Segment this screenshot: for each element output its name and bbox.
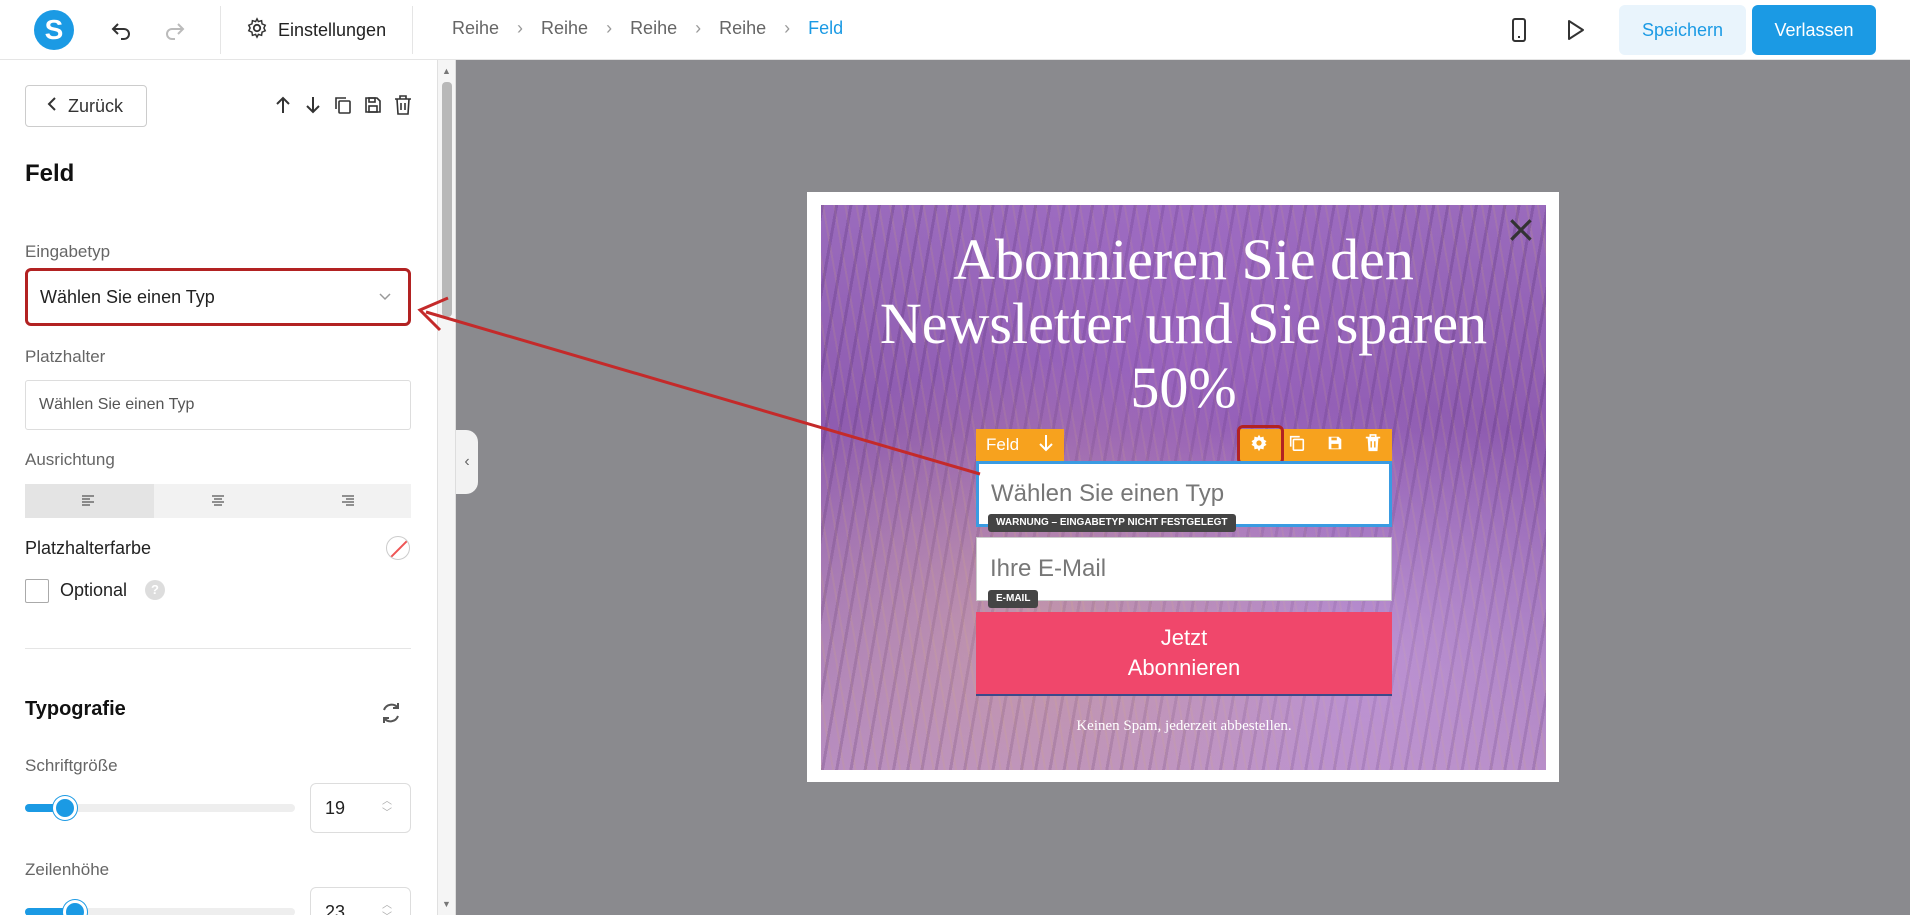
logo: S (34, 10, 74, 50)
settings-highlight (1237, 425, 1284, 465)
line-height-label: Zeilenhöhe (25, 860, 110, 879)
placeholder-color-label: Platzhalterfarbe (25, 538, 152, 558)
back-label: Zurück (68, 95, 124, 116)
mobile-preview-icon[interactable] (1504, 15, 1534, 45)
gear-icon (246, 16, 268, 44)
breadcrumb-item[interactable]: Reihe (541, 18, 588, 39)
breadcrumb-item[interactable]: Reihe (719, 18, 766, 39)
chevron-right-icon: › (784, 18, 791, 38)
breadcrumb-item[interactable]: Reihe (630, 18, 677, 39)
font-size-slider[interactable] (25, 796, 295, 820)
alignment-label: Ausrichtung (25, 450, 115, 469)
play-preview-icon[interactable] (1560, 15, 1590, 45)
optional-label: Optional (60, 580, 128, 600)
line-height-slider[interactable] (25, 900, 295, 915)
headline-line: 50% (1130, 355, 1237, 420)
leave-button[interactable]: Verlassen (1752, 5, 1876, 55)
trash-icon[interactable] (392, 94, 414, 116)
email-badge: E-MAIL (988, 590, 1039, 608)
scroll-up-icon[interactable]: ▲ (442, 66, 451, 76)
color-picker-swatch[interactable] (386, 536, 410, 560)
toolbar-divider (220, 6, 221, 54)
warning-badge: WARNUNG – EINGABETYP NICHT FESTGELEGT (988, 514, 1236, 532)
copy-icon[interactable] (1288, 434, 1306, 457)
subscribe-line: Abonnieren (1127, 655, 1241, 680)
alignment-group (25, 484, 411, 518)
reset-icon[interactable] (378, 700, 404, 726)
popup-headline[interactable]: Abonnieren Sie den Newsletter und Sie sp… (821, 228, 1546, 420)
help-icon[interactable]: ? (145, 580, 165, 600)
collapse-panel-icon[interactable]: ‹ (456, 430, 478, 494)
align-left-icon[interactable] (25, 484, 154, 518)
back-button[interactable]: Zurück (25, 85, 147, 127)
input-type-select[interactable]: Wählen Sie einen Typ (25, 268, 411, 326)
placeholder-input[interactable]: Wählen Sie einen Typ (25, 380, 411, 430)
settings-button[interactable]: Einstellungen (246, 15, 386, 45)
scrollbar-thumb[interactable] (442, 82, 452, 317)
subscribe-line: Jetzt (1160, 625, 1208, 650)
slider-knob[interactable] (53, 796, 77, 820)
chevron-right-icon: › (606, 18, 613, 38)
move-down-icon[interactable] (302, 94, 324, 116)
scroll-down-icon[interactable]: ▼ (442, 899, 451, 909)
stepper-icon[interactable]: ︿﹀ (382, 796, 392, 820)
headline-line: Newsletter und Sie sparen (879, 291, 1488, 356)
arrow-down-icon[interactable] (1039, 434, 1053, 457)
typography-title: Typografie (25, 698, 126, 720)
font-size-input[interactable]: 19 ︿ ﹀ (310, 783, 411, 833)
save-icon[interactable] (1326, 434, 1344, 457)
chevron-down-icon (378, 289, 392, 305)
divider (25, 648, 411, 649)
font-size-label: Schriftgröße (25, 756, 118, 775)
toolbar-divider (412, 6, 413, 54)
placeholder-label: Platzhalter (25, 347, 106, 366)
top-toolbar: S Einstellungen Reihe › Reihe › Reihe › … (0, 0, 1910, 60)
chevron-right-icon: › (695, 18, 702, 38)
element-actions (272, 94, 414, 116)
move-up-icon[interactable] (272, 94, 294, 116)
save-icon[interactable] (362, 94, 384, 116)
breadcrumb-item[interactable]: Reihe (452, 18, 499, 39)
chevron-left-icon (46, 96, 58, 117)
email-input[interactable]: Ihre E-Mail (976, 537, 1392, 601)
trash-icon[interactable] (1364, 433, 1382, 458)
line-height-input[interactable]: 23 ︿﹀ (310, 887, 411, 915)
optional-checkbox[interactable] (25, 579, 49, 603)
properties-panel: Zurück Feld Eingabetyp Wählen Sie einen … (0, 60, 438, 915)
redo-icon[interactable] (160, 15, 190, 45)
stepper-icon[interactable]: ︿﹀ (382, 900, 392, 915)
breadcrumb: Reihe › Reihe › Reihe › Reihe › Feld (452, 18, 843, 39)
field-tag-label: Feld (986, 435, 1020, 454)
save-button[interactable]: Speichern (1619, 5, 1746, 55)
align-right-icon[interactable] (282, 484, 411, 518)
headline-line: Abonnieren Sie den (953, 227, 1414, 292)
input-type-label: Eingabetyp (25, 242, 111, 261)
line-height-value: 23 (325, 901, 346, 915)
footnote-text: Keinen Spam, jederzeit abbestellen. (1076, 718, 1292, 734)
field-tag[interactable]: Feld (976, 429, 1064, 461)
align-center-icon[interactable] (154, 484, 283, 518)
font-size-value: 19 (325, 797, 346, 818)
field-toolbar: Feld (976, 429, 1392, 461)
undo-icon[interactable] (106, 15, 136, 45)
settings-label: Einstellungen (278, 19, 387, 40)
copy-icon[interactable] (332, 94, 354, 116)
input-type-value: Wählen Sie einen Typ (40, 286, 215, 307)
breadcrumb-item-current[interactable]: Feld (808, 18, 843, 39)
subscribe-button[interactable]: Jetzt Abonnieren (976, 612, 1392, 696)
chevron-right-icon: › (517, 18, 524, 38)
panel-title: Feld (25, 160, 75, 187)
slider-knob[interactable] (63, 900, 87, 915)
panel-scrollbar[interactable]: ▲ ▼ (438, 60, 456, 915)
